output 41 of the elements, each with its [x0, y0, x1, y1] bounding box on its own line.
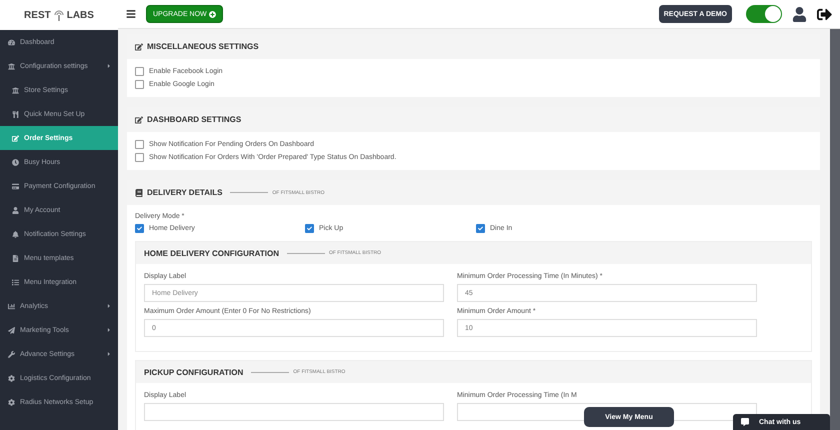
section-title: DELIVERY DETAILS [147, 188, 222, 197]
caret-icon [106, 327, 112, 333]
menu-item-icon [12, 158, 19, 166]
caret-icon [106, 351, 112, 357]
menu-item-icon [8, 374, 15, 382]
edit-icon [135, 116, 143, 124]
toggle-switch[interactable] [746, 5, 782, 23]
menu-item-icon [12, 230, 19, 238]
caret-icon [106, 63, 112, 69]
menu-item-icon [12, 110, 19, 118]
menu-item-icon [12, 86, 19, 94]
plus-icon [208, 10, 216, 18]
section-title: HOME DELIVERY CONFIGURATION [144, 248, 279, 258]
menu-item-icon [8, 302, 15, 310]
check-icon [478, 226, 483, 231]
menu-item-icon [12, 134, 19, 142]
input-field[interactable] [144, 403, 444, 421]
section-title: MISCELLANEOUS SETTINGS [147, 42, 259, 51]
menu-icon[interactable] [126, 9, 136, 19]
logout-icon[interactable] [817, 6, 832, 22]
chat-icon [741, 418, 749, 426]
section-title: PICKUP CONFIGURATION [144, 368, 244, 376]
menu-item-icon [12, 182, 19, 190]
menu-item-icon [8, 326, 15, 334]
menu-item-icon [8, 62, 15, 70]
menu-item-icon [8, 398, 15, 406]
menu-item-icon [12, 206, 19, 214]
menu-item-icon [8, 38, 15, 46]
book-icon [135, 188, 143, 196]
scrollbar[interactable] [830, 29, 840, 430]
antenna-icon [52, 9, 65, 21]
user-icon[interactable] [792, 6, 807, 22]
menu-item-icon [12, 278, 19, 286]
edit-icon [135, 42, 143, 50]
menu-item-icon [8, 350, 15, 358]
menu-item-icon [12, 254, 19, 262]
section-title: DASHBOARD SETTINGS [147, 115, 242, 124]
logo: REST LABS [0, 0, 118, 30]
check-icon [137, 226, 142, 231]
caret-icon [106, 303, 112, 309]
check-icon [307, 226, 312, 231]
